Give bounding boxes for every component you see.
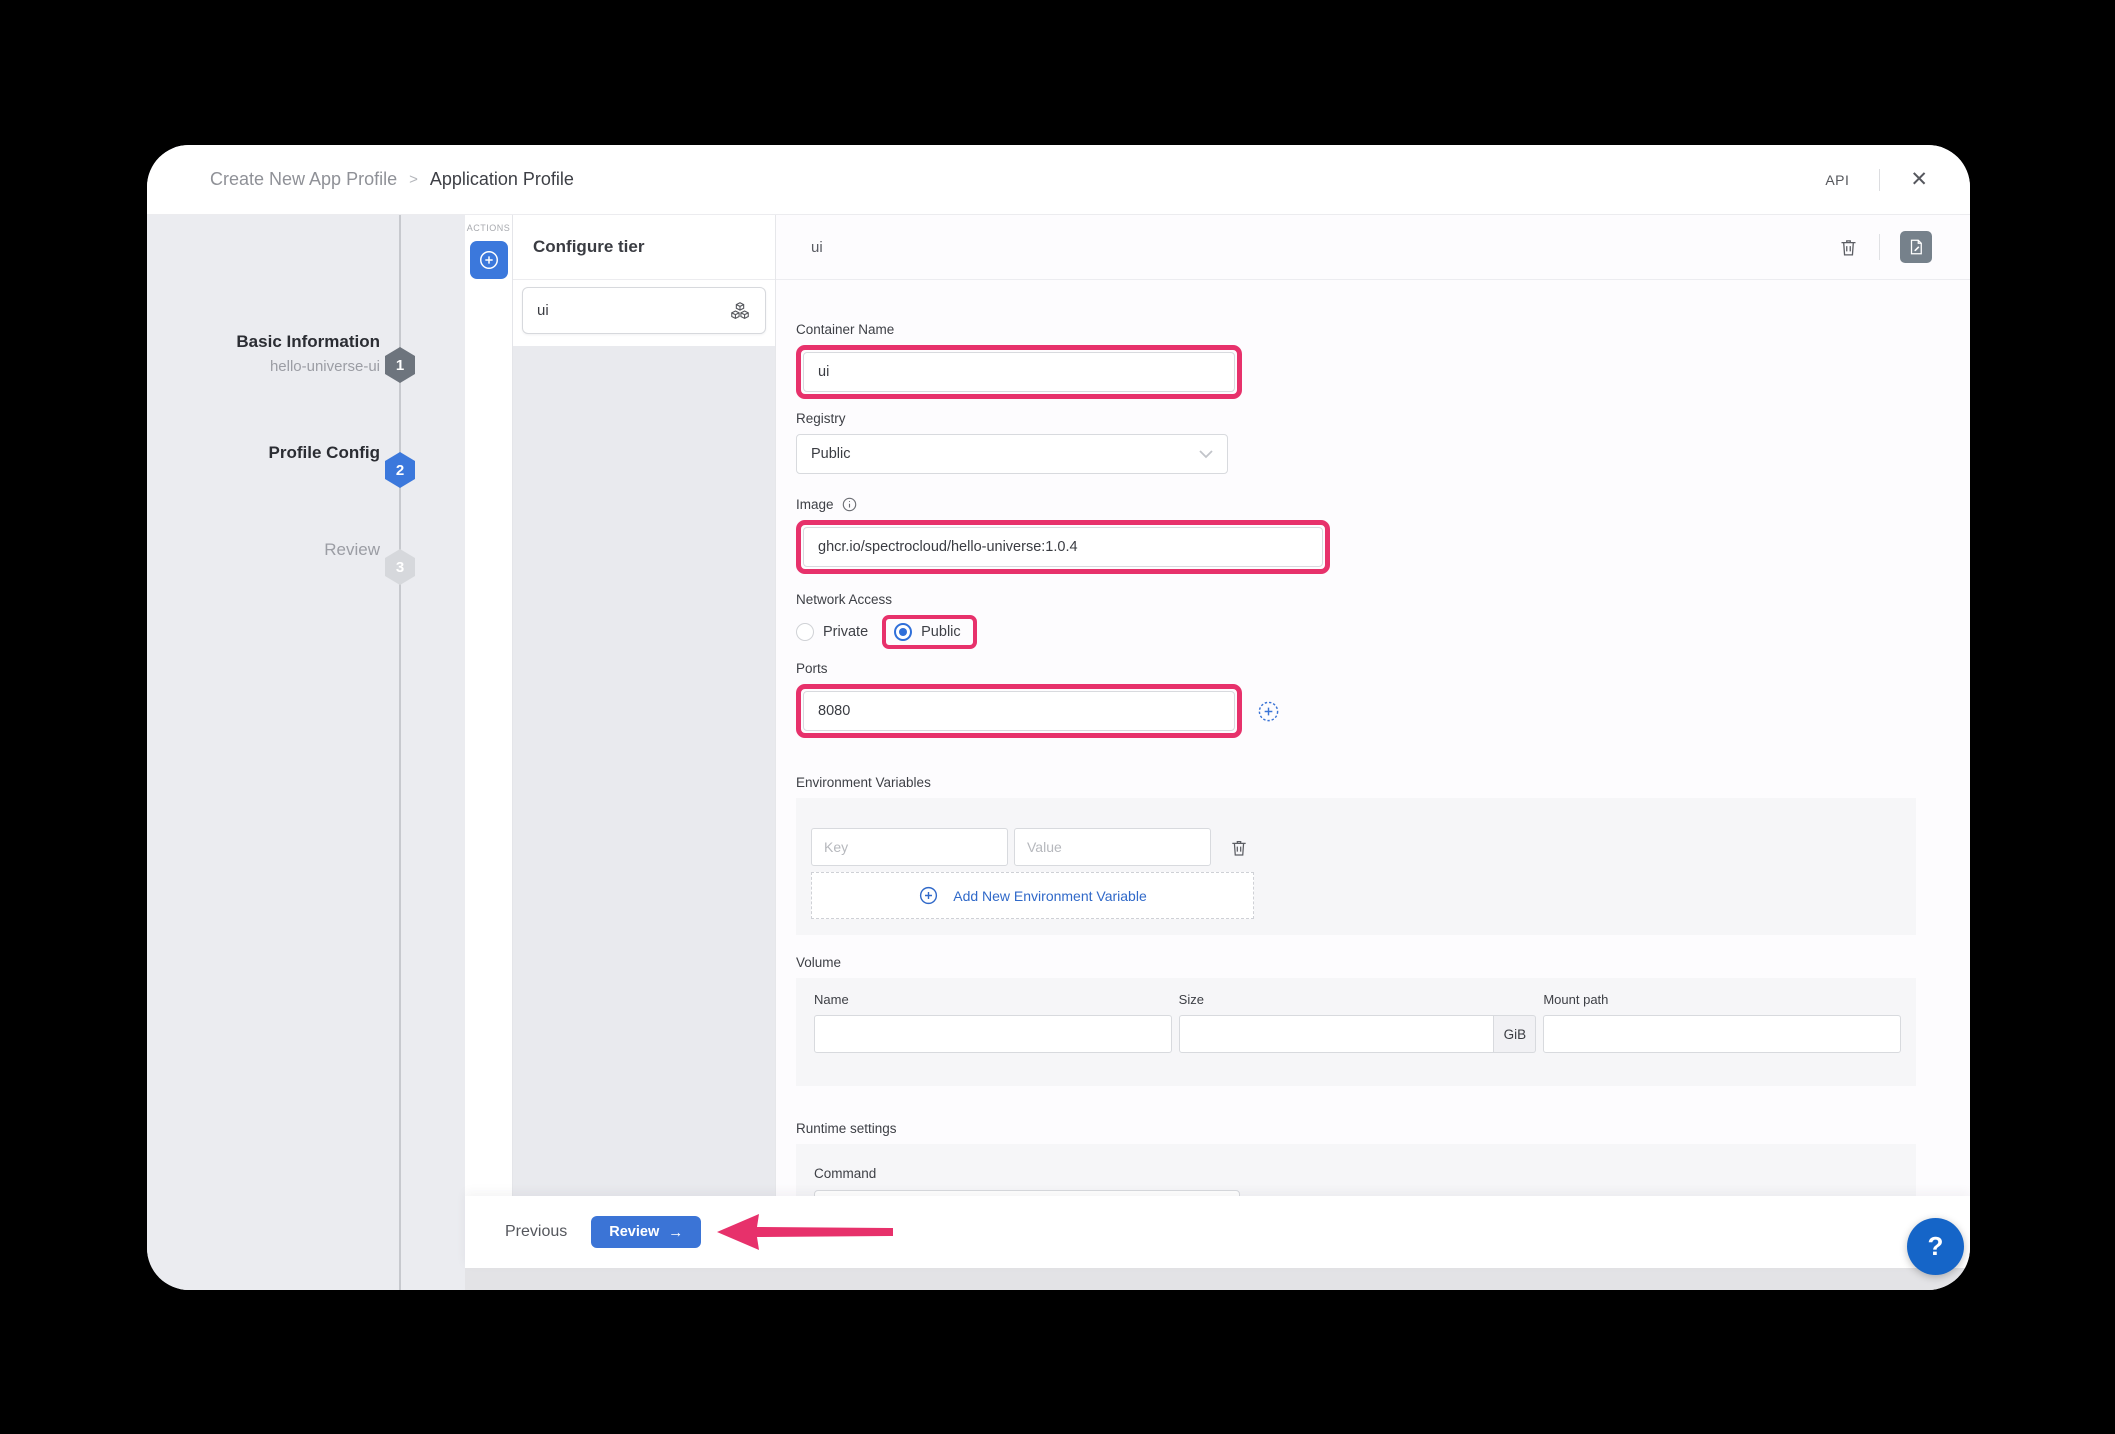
- actions-column: ACTIONS: [465, 215, 513, 1196]
- registry-select[interactable]: Public: [796, 434, 1228, 474]
- breadcrumb-current: Application Profile: [430, 169, 574, 190]
- question-mark-icon: ?: [1928, 1231, 1944, 1262]
- env-variables-label: Environment Variables: [796, 775, 1915, 790]
- annotation-arrow-icon: [715, 1210, 895, 1254]
- step-badge-3: 3: [385, 549, 415, 585]
- runtime-settings-panel: Command: [796, 1144, 1916, 1196]
- actions-label: ACTIONS: [465, 223, 512, 233]
- add-env-variable-label: Add New Environment Variable: [953, 888, 1147, 904]
- network-access-label: Network Access: [796, 592, 1915, 607]
- tier-editor-header: ui: [776, 215, 1970, 280]
- file-edit-icon: [1907, 238, 1925, 256]
- add-tier-button[interactable]: [470, 241, 508, 279]
- container-name-annotation: [796, 345, 1242, 399]
- tier-panel-title: Configure tier: [513, 215, 775, 280]
- ports-annotation: [796, 684, 1242, 738]
- container-name-input[interactable]: [803, 352, 1235, 392]
- volume-mount-path-label: Mount path: [1543, 992, 1901, 1007]
- tier-item-label: ui: [537, 302, 549, 319]
- tier-item-ui[interactable]: ui: [522, 287, 766, 334]
- public-annotation: Public: [882, 615, 977, 649]
- create-app-profile-modal: Create New App Profile > Application Pro…: [147, 145, 1970, 1290]
- stepper-sidebar: Basic Information hello-universe-ui 1 Pr…: [147, 215, 465, 1290]
- radio-private-circle[interactable]: [796, 623, 814, 641]
- trash-icon: [1229, 837, 1249, 858]
- add-env-variable-button[interactable]: Add New Environment Variable: [811, 872, 1254, 919]
- tier-editor-title: ui: [811, 239, 823, 256]
- volume-label: Volume: [796, 955, 1915, 970]
- breadcrumb-separator: >: [409, 171, 418, 188]
- add-port-icon[interactable]: [1257, 700, 1280, 723]
- tier-form: Container Name Registry Public Image: [776, 280, 1970, 1196]
- volume-size-label: Size: [1179, 992, 1537, 1007]
- step-title: Review: [324, 540, 380, 560]
- help-button[interactable]: ?: [1907, 1218, 1964, 1275]
- image-label: Image: [796, 497, 1915, 512]
- circle-plus-icon: [918, 885, 939, 906]
- modal-bottom-strip: [465, 1268, 1970, 1290]
- volume-panel: Name Size GiB Mount path: [796, 978, 1916, 1086]
- circle-plus-icon: [478, 249, 500, 271]
- registry-label: Registry: [796, 411, 1915, 426]
- radio-public-circle[interactable]: [894, 623, 912, 641]
- chevron-down-icon: [1199, 450, 1213, 459]
- step-badge-2: 2: [385, 452, 415, 488]
- wizard-footer: Previous Review →: [465, 1196, 1970, 1268]
- step-title: Basic Information: [236, 332, 380, 352]
- command-label: Command: [814, 1166, 1916, 1181]
- breadcrumb: Create New App Profile > Application Pro…: [210, 169, 574, 190]
- env-key-input[interactable]: [811, 828, 1008, 866]
- modal-header: Create New App Profile > Application Pro…: [147, 145, 1970, 215]
- step-badge-1: 1: [385, 347, 415, 383]
- volume-size-unit: GiB: [1494, 1015, 1536, 1053]
- image-annotation: [796, 520, 1330, 574]
- page-background: Create New App Profile > Application Pro…: [0, 0, 2115, 1434]
- delete-tier-button[interactable]: [1838, 236, 1859, 258]
- volume-size-input[interactable]: [1179, 1015, 1495, 1053]
- radio-private[interactable]: Private: [796, 623, 868, 641]
- manifest-editor-button[interactable]: [1900, 231, 1932, 263]
- tier-list: ui: [513, 280, 775, 346]
- breadcrumb-parent[interactable]: Create New App Profile: [210, 169, 397, 190]
- close-icon[interactable]: ✕: [1910, 169, 1928, 190]
- volume-name-label: Name: [814, 992, 1172, 1007]
- radio-private-label: Private: [823, 624, 868, 640]
- volume-mount-path-input[interactable]: [1543, 1015, 1901, 1053]
- previous-button[interactable]: Previous: [505, 1223, 567, 1241]
- registry-selected-value: Public: [811, 446, 851, 462]
- ports-label: Ports: [796, 661, 1915, 676]
- header-divider: [1879, 169, 1880, 191]
- trash-icon: [1838, 236, 1859, 258]
- container-name-label: Container Name: [796, 322, 1915, 337]
- tier-list-background: [513, 346, 775, 1196]
- step-subtitle: hello-universe-ui: [236, 358, 380, 375]
- radio-public-label: Public: [921, 624, 961, 640]
- arrow-right-icon: →: [668, 1224, 683, 1241]
- cubes-icon: [729, 300, 751, 322]
- header-actions: API ✕: [1825, 169, 1928, 191]
- tier-editor: ui Container Name: [775, 215, 1970, 1196]
- image-input[interactable]: [803, 527, 1323, 567]
- step-title: Profile Config: [269, 443, 380, 463]
- tools-divider: [1879, 234, 1880, 260]
- review-button[interactable]: Review →: [591, 1216, 701, 1248]
- ports-input[interactable]: [803, 691, 1235, 731]
- radio-public[interactable]: Public: [894, 623, 961, 641]
- volume-name-input[interactable]: [814, 1015, 1172, 1053]
- env-variables-panel: Add New Environment Variable: [796, 798, 1916, 935]
- tier-column: Configure tier ui: [513, 215, 775, 1196]
- delete-env-row-button[interactable]: [1229, 837, 1249, 858]
- api-button[interactable]: API: [1825, 172, 1849, 188]
- network-access-group: Private Public: [796, 615, 1915, 649]
- runtime-settings-label: Runtime settings: [796, 1121, 1915, 1136]
- env-value-input[interactable]: [1014, 828, 1211, 866]
- info-icon[interactable]: [842, 497, 857, 512]
- review-button-label: Review: [609, 1224, 659, 1240]
